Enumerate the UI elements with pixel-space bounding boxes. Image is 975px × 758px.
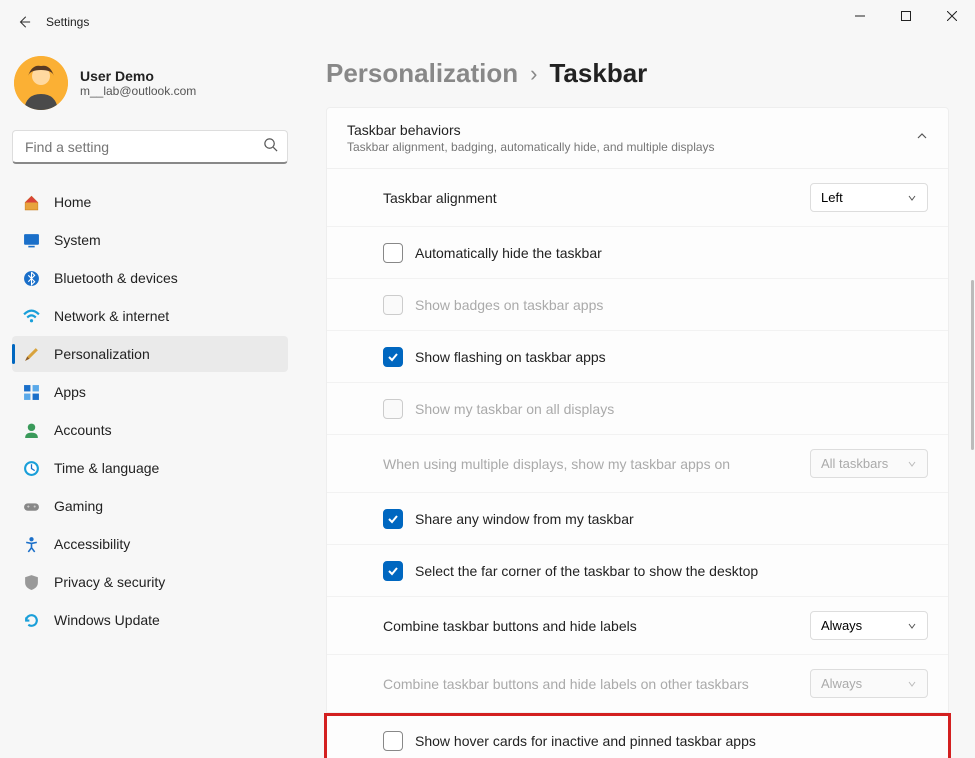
share-window-checkbox[interactable]: [383, 509, 403, 529]
row-label: Combine taskbar buttons and hide labels: [383, 618, 637, 634]
system-icon: [22, 231, 40, 249]
row-combine: Combine taskbar buttons and hide labels …: [327, 597, 948, 655]
person-icon: [22, 421, 40, 439]
chevron-down-icon: [907, 459, 917, 469]
panel-header[interactable]: Taskbar behaviors Taskbar alignment, bad…: [327, 108, 948, 168]
nav-apps[interactable]: Apps: [12, 374, 288, 410]
nav-accessibility[interactable]: Accessibility: [12, 526, 288, 562]
chevron-down-icon: [907, 193, 917, 203]
nav-label: Gaming: [54, 498, 103, 514]
nav-label: Bluetooth & devices: [54, 270, 178, 286]
profile[interactable]: User Demo m__lab@outlook.com: [12, 50, 288, 126]
back-button[interactable]: [8, 6, 40, 38]
paint-icon: [22, 345, 40, 363]
nav-label: Privacy & security: [54, 574, 165, 590]
clock-icon: [22, 459, 40, 477]
row-all-displays: Show my taskbar on all displays: [327, 383, 948, 435]
nav-label: Accounts: [54, 422, 112, 438]
row-label: Show hover cards for inactive and pinned…: [415, 733, 756, 749]
nav-system[interactable]: System: [12, 222, 288, 258]
autohide-checkbox[interactable]: [383, 243, 403, 263]
nav-gaming[interactable]: Gaming: [12, 488, 288, 524]
row-label: Share any window from my taskbar: [415, 511, 634, 527]
scrollbar[interactable]: [971, 280, 974, 450]
main-content: Personalization › Taskbar Taskbar behavi…: [300, 44, 975, 758]
row-label: When using multiple displays, show my ta…: [383, 456, 730, 472]
row-combine-other: Combine taskbar buttons and hide labels …: [327, 655, 948, 713]
nav-bluetooth[interactable]: Bluetooth & devices: [12, 260, 288, 296]
row-multi-displays: When using multiple displays, show my ta…: [327, 435, 948, 493]
nav-privacy[interactable]: Privacy & security: [12, 564, 288, 600]
apps-icon: [22, 383, 40, 401]
maximize-button[interactable]: [883, 0, 929, 32]
minimize-button[interactable]: [837, 0, 883, 32]
profile-email: m__lab@outlook.com: [80, 84, 196, 98]
avatar: [14, 56, 68, 110]
far-corner-checkbox[interactable]: [383, 561, 403, 581]
shield-icon: [22, 573, 40, 591]
row-label: Automatically hide the taskbar: [415, 245, 602, 261]
titlebar: Settings: [0, 0, 975, 44]
breadcrumb: Personalization › Taskbar: [326, 58, 949, 89]
nav-time[interactable]: Time & language: [12, 450, 288, 486]
nav-label: Apps: [54, 384, 86, 400]
row-label: Taskbar alignment: [383, 190, 497, 206]
search-icon: [263, 137, 278, 157]
row-badges: Show badges on taskbar apps: [327, 279, 948, 331]
panel-subtitle: Taskbar alignment, badging, automaticall…: [347, 140, 715, 154]
nav-accounts[interactable]: Accounts: [12, 412, 288, 448]
breadcrumb-current: Taskbar: [549, 58, 647, 89]
nav-update[interactable]: Windows Update: [12, 602, 288, 638]
nav-home[interactable]: Home: [12, 184, 288, 220]
taskbar-behaviors-panel: Taskbar behaviors Taskbar alignment, bad…: [326, 107, 949, 758]
chevron-up-icon: [916, 129, 928, 147]
accessibility-icon: [22, 535, 40, 553]
window-title: Settings: [46, 15, 89, 29]
nav: Home System Bluetooth & devices Network …: [12, 184, 288, 638]
search-input[interactable]: [12, 130, 288, 164]
hover-cards-checkbox[interactable]: [383, 731, 403, 751]
chevron-down-icon: [907, 621, 917, 631]
combine-select[interactable]: Always: [810, 611, 928, 640]
sidebar: User Demo m__lab@outlook.com Home System…: [0, 44, 300, 758]
breadcrumb-parent[interactable]: Personalization: [326, 58, 518, 89]
row-autohide: Automatically hide the taskbar: [327, 227, 948, 279]
profile-name: User Demo: [80, 68, 196, 84]
nav-label: Windows Update: [54, 612, 160, 628]
panel-title: Taskbar behaviors: [347, 122, 715, 138]
nav-label: Home: [54, 194, 91, 210]
chevron-down-icon: [907, 679, 917, 689]
nav-network[interactable]: Network & internet: [12, 298, 288, 334]
row-label: Combine taskbar buttons and hide labels …: [383, 676, 749, 692]
badges-checkbox: [383, 295, 403, 315]
row-alignment: Taskbar alignment Left: [327, 169, 948, 227]
close-button[interactable]: [929, 0, 975, 32]
nav-label: Accessibility: [54, 536, 130, 552]
home-icon: [22, 193, 40, 211]
nav-personalization[interactable]: Personalization: [12, 336, 288, 372]
chevron-right-icon: ›: [530, 61, 537, 87]
combine-other-select: Always: [810, 669, 928, 698]
row-flashing: Show flashing on taskbar apps: [327, 331, 948, 383]
flashing-checkbox[interactable]: [383, 347, 403, 367]
row-hover-cards: Show hover cards for inactive and pinned…: [324, 713, 951, 758]
wifi-icon: [22, 307, 40, 325]
nav-label: System: [54, 232, 101, 248]
row-far-corner: Select the far corner of the taskbar to …: [327, 545, 948, 597]
alignment-select[interactable]: Left: [810, 183, 928, 212]
nav-label: Network & internet: [54, 308, 169, 324]
row-label: Show badges on taskbar apps: [415, 297, 603, 313]
row-label: Select the far corner of the taskbar to …: [415, 563, 758, 579]
bluetooth-icon: [22, 269, 40, 287]
row-label: Show my taskbar on all displays: [415, 401, 614, 417]
nav-label: Personalization: [54, 346, 150, 362]
nav-label: Time & language: [54, 460, 159, 476]
all-displays-checkbox: [383, 399, 403, 419]
gamepad-icon: [22, 497, 40, 515]
update-icon: [22, 611, 40, 629]
search-box[interactable]: [12, 130, 288, 164]
row-share-window: Share any window from my taskbar: [327, 493, 948, 545]
multi-displays-select: All taskbars: [810, 449, 928, 478]
row-label: Show flashing on taskbar apps: [415, 349, 606, 365]
